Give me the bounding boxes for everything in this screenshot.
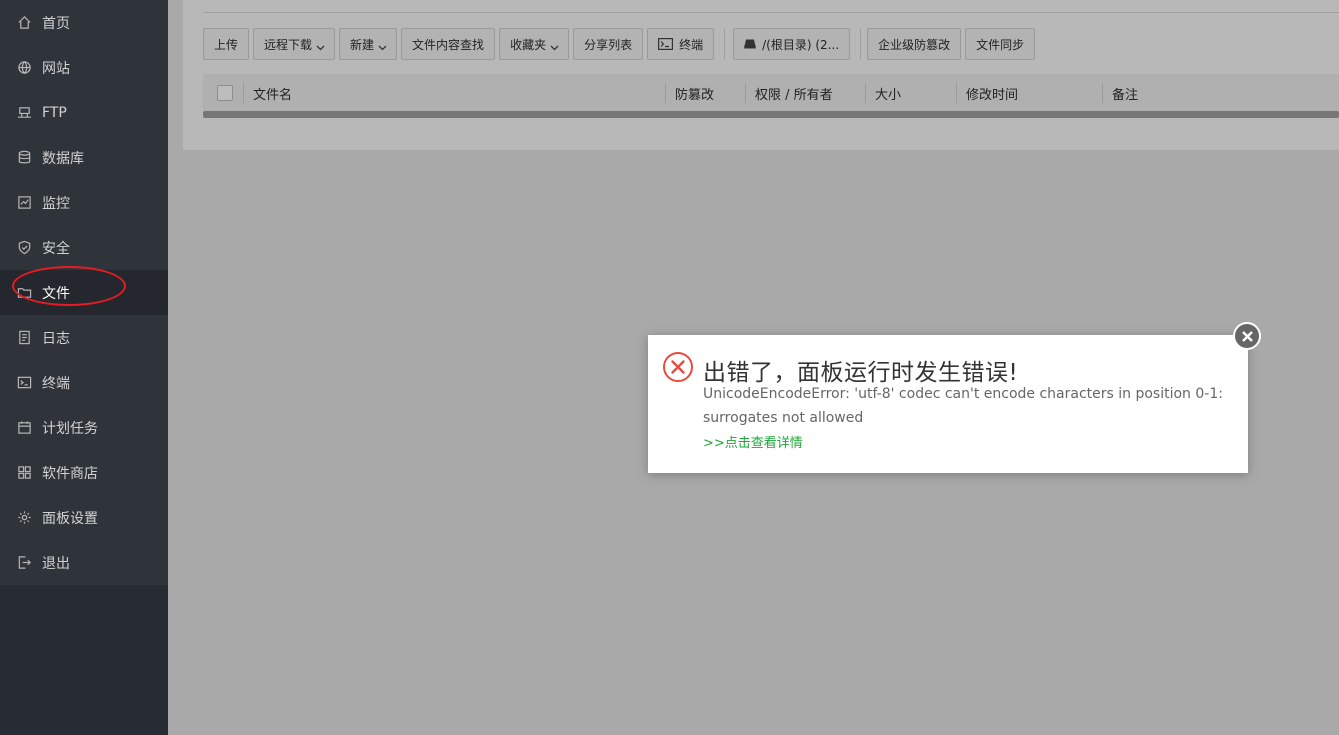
sidebar-item-label: 日志 [42,330,70,347]
column-header-label: 文件名 [253,87,293,103]
upload-button[interactable]: 上传 [203,28,250,60]
divider [203,12,1339,13]
ftp-icon [16,105,32,121]
column-modified[interactable]: 修改时间 [956,74,1102,112]
search-content-label: 文件内容查找 [412,37,485,52]
column-filename[interactable]: 文件名 [243,74,665,112]
sidebar-item-terminal[interactable]: 终端 [0,360,168,405]
calendar-icon [16,420,32,436]
sidebar-item-label: 数据库 [42,150,84,167]
remote-download-button[interactable]: 远程下载 [253,28,336,60]
sidebar-item-ftp[interactable]: FTP [0,90,168,135]
home-icon [16,15,32,31]
column-header-label: 备注 [1112,87,1139,103]
file-sync-label: 文件同步 [976,37,1025,52]
logout-icon [16,555,32,571]
sidebar-item-label: FTP [42,104,67,121]
column-header-label: 权限 / 所有者 [755,87,833,103]
sidebar-item-label: 监控 [42,195,70,212]
column-remarks[interactable]: 备注 [1102,74,1339,112]
tamper-protect-button[interactable]: 企业级防篡改 [867,28,962,60]
sidebar-item-label: 安全 [42,240,70,257]
sidebar-item-website[interactable]: 网站 [0,45,168,90]
file-toolbar: 上传 远程下载 新建 文件内容查找 收藏夹 分享列表 终端 /(根目录) (2.… [203,28,1039,60]
sidebar-item-monitor[interactable]: 监控 [0,180,168,225]
favorites-label: 收藏夹 [510,37,547,52]
sidebar: 首页 网站 FTP 数据库 监控 安全 文件 日志 终端 计划任务 软件商店 面… [0,0,168,735]
error-dialog: 出错了，面板运行时发生错误! UnicodeEncodeError: 'utf-… [648,322,1261,473]
new-button-label: 新建 [350,37,375,52]
share-list-label: 分享列表 [584,37,633,52]
grid-icon [16,465,32,481]
file-sync-button[interactable]: 文件同步 [965,28,1036,60]
gear-icon [16,510,32,526]
column-header-label: 修改时间 [966,87,1019,103]
chevron-down-icon [550,40,559,51]
chevron-down-icon [378,40,387,51]
horizontal-scrollbar[interactable] [203,111,1339,118]
monitor-icon [16,195,32,211]
terminal-button[interactable]: 终端 [647,28,715,60]
file-table-header: 文件名 防篡改 权限 / 所有者 大小 修改时间 备注 [203,74,1339,112]
new-button[interactable]: 新建 [339,28,398,60]
error-icon [662,351,694,383]
sidebar-item-label: 软件商店 [42,465,98,482]
disk-icon [744,38,756,50]
column-permissions[interactable]: 权限 / 所有者 [745,74,865,112]
remote-download-label: 远程下载 [264,37,313,52]
error-message: UnicodeEncodeError: 'utf-8' codec can't … [703,386,1223,426]
sidebar-item-database[interactable]: 数据库 [0,135,168,180]
sidebar-item-label: 面板设置 [42,510,98,527]
terminal-icon [16,375,32,391]
toolbar-divider [724,28,726,60]
path-button[interactable]: /(根目录) (2... [733,28,851,60]
sidebar-item-home[interactable]: 首页 [0,0,168,45]
sidebar-item-label: 退出 [42,555,70,572]
folder-icon [16,285,32,301]
details-link[interactable]: >>点击查看详情 [703,432,803,451]
chevron-down-icon [316,40,325,51]
sidebar-item-label: 计划任务 [42,420,98,437]
log-icon [16,330,32,346]
terminal-button-label: 终端 [679,37,704,52]
path-label: /(根目录) (2... [762,37,840,52]
search-content-button[interactable]: 文件内容查找 [401,28,496,60]
shield-icon [16,240,32,256]
close-icon [1241,330,1253,342]
column-header-label: 防篡改 [675,87,715,103]
select-all-col [203,74,243,112]
sidebar-item-label: 网站 [42,60,70,77]
column-tamper[interactable]: 防篡改 [665,74,745,112]
sidebar-menu: 首页 网站 FTP 数据库 监控 安全 文件 日志 终端 计划任务 软件商店 面… [0,0,168,585]
sidebar-item-logs[interactable]: 日志 [0,315,168,360]
database-icon [16,150,32,166]
sidebar-item-logout[interactable]: 退出 [0,540,168,585]
column-header-label: 大小 [875,87,902,103]
share-list-button[interactable]: 分享列表 [573,28,644,60]
sidebar-item-label: 首页 [42,15,70,32]
sidebar-item-app-store[interactable]: 软件商店 [0,450,168,495]
sidebar-item-security[interactable]: 安全 [0,225,168,270]
close-button[interactable] [1233,322,1261,350]
sidebar-item-settings[interactable]: 面板设置 [0,495,168,540]
terminal-icon [658,38,674,50]
globe-icon [16,60,32,76]
tamper-protect-label: 企业级防篡改 [878,37,951,52]
sidebar-item-cron[interactable]: 计划任务 [0,405,168,450]
toolbar-divider [860,28,862,60]
column-size[interactable]: 大小 [865,74,956,112]
upload-button-label: 上传 [214,37,239,52]
sidebar-item-files[interactable]: 文件 [0,270,168,315]
sidebar-item-label: 终端 [42,375,70,392]
sidebar-item-label: 文件 [42,285,70,302]
select-all-checkbox[interactable] [217,85,233,101]
favorites-button[interactable]: 收藏夹 [499,28,570,60]
